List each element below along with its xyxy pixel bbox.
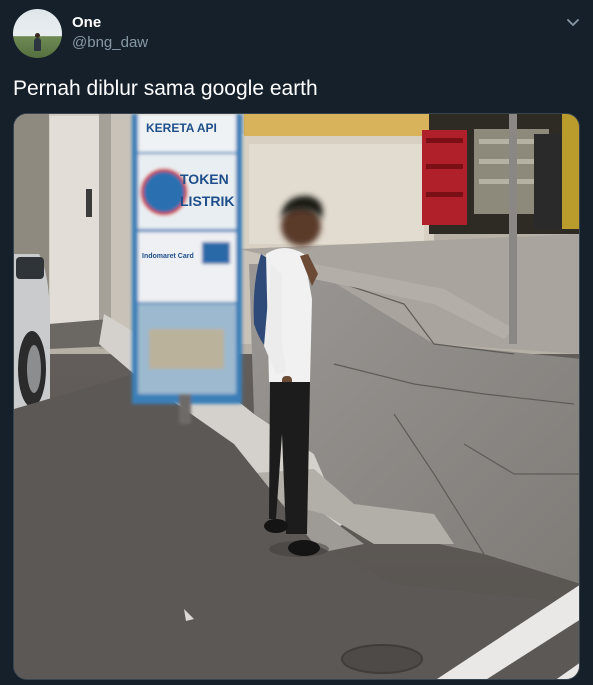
sign-line-token: TOKEN xyxy=(180,171,229,187)
display-name[interactable]: One xyxy=(72,14,101,32)
blurred-signboard xyxy=(132,114,242,424)
sign-line-indomaret-card: Indomaret Card xyxy=(142,253,194,260)
sign-line-kereta-api: KERETA API xyxy=(146,121,217,135)
tweet: One @bng_daw Pernah diblur sama google e… xyxy=(0,0,593,685)
user-handle[interactable]: @bng_daw xyxy=(72,34,148,52)
tweet-photo[interactable]: KERETA API TOKEN LISTRIK Indomaret Card xyxy=(13,113,580,680)
chevron-down-icon xyxy=(567,19,579,26)
tweet-menu-button[interactable] xyxy=(563,12,583,32)
avatar-person-body xyxy=(34,38,41,51)
sign-line-listrik: LISTRIK xyxy=(180,193,234,209)
street-photo: KERETA API TOKEN LISTRIK Indomaret Card xyxy=(14,114,579,679)
tweet-text: Pernah diblur sama google earth xyxy=(13,77,318,100)
avatar[interactable] xyxy=(13,9,62,58)
